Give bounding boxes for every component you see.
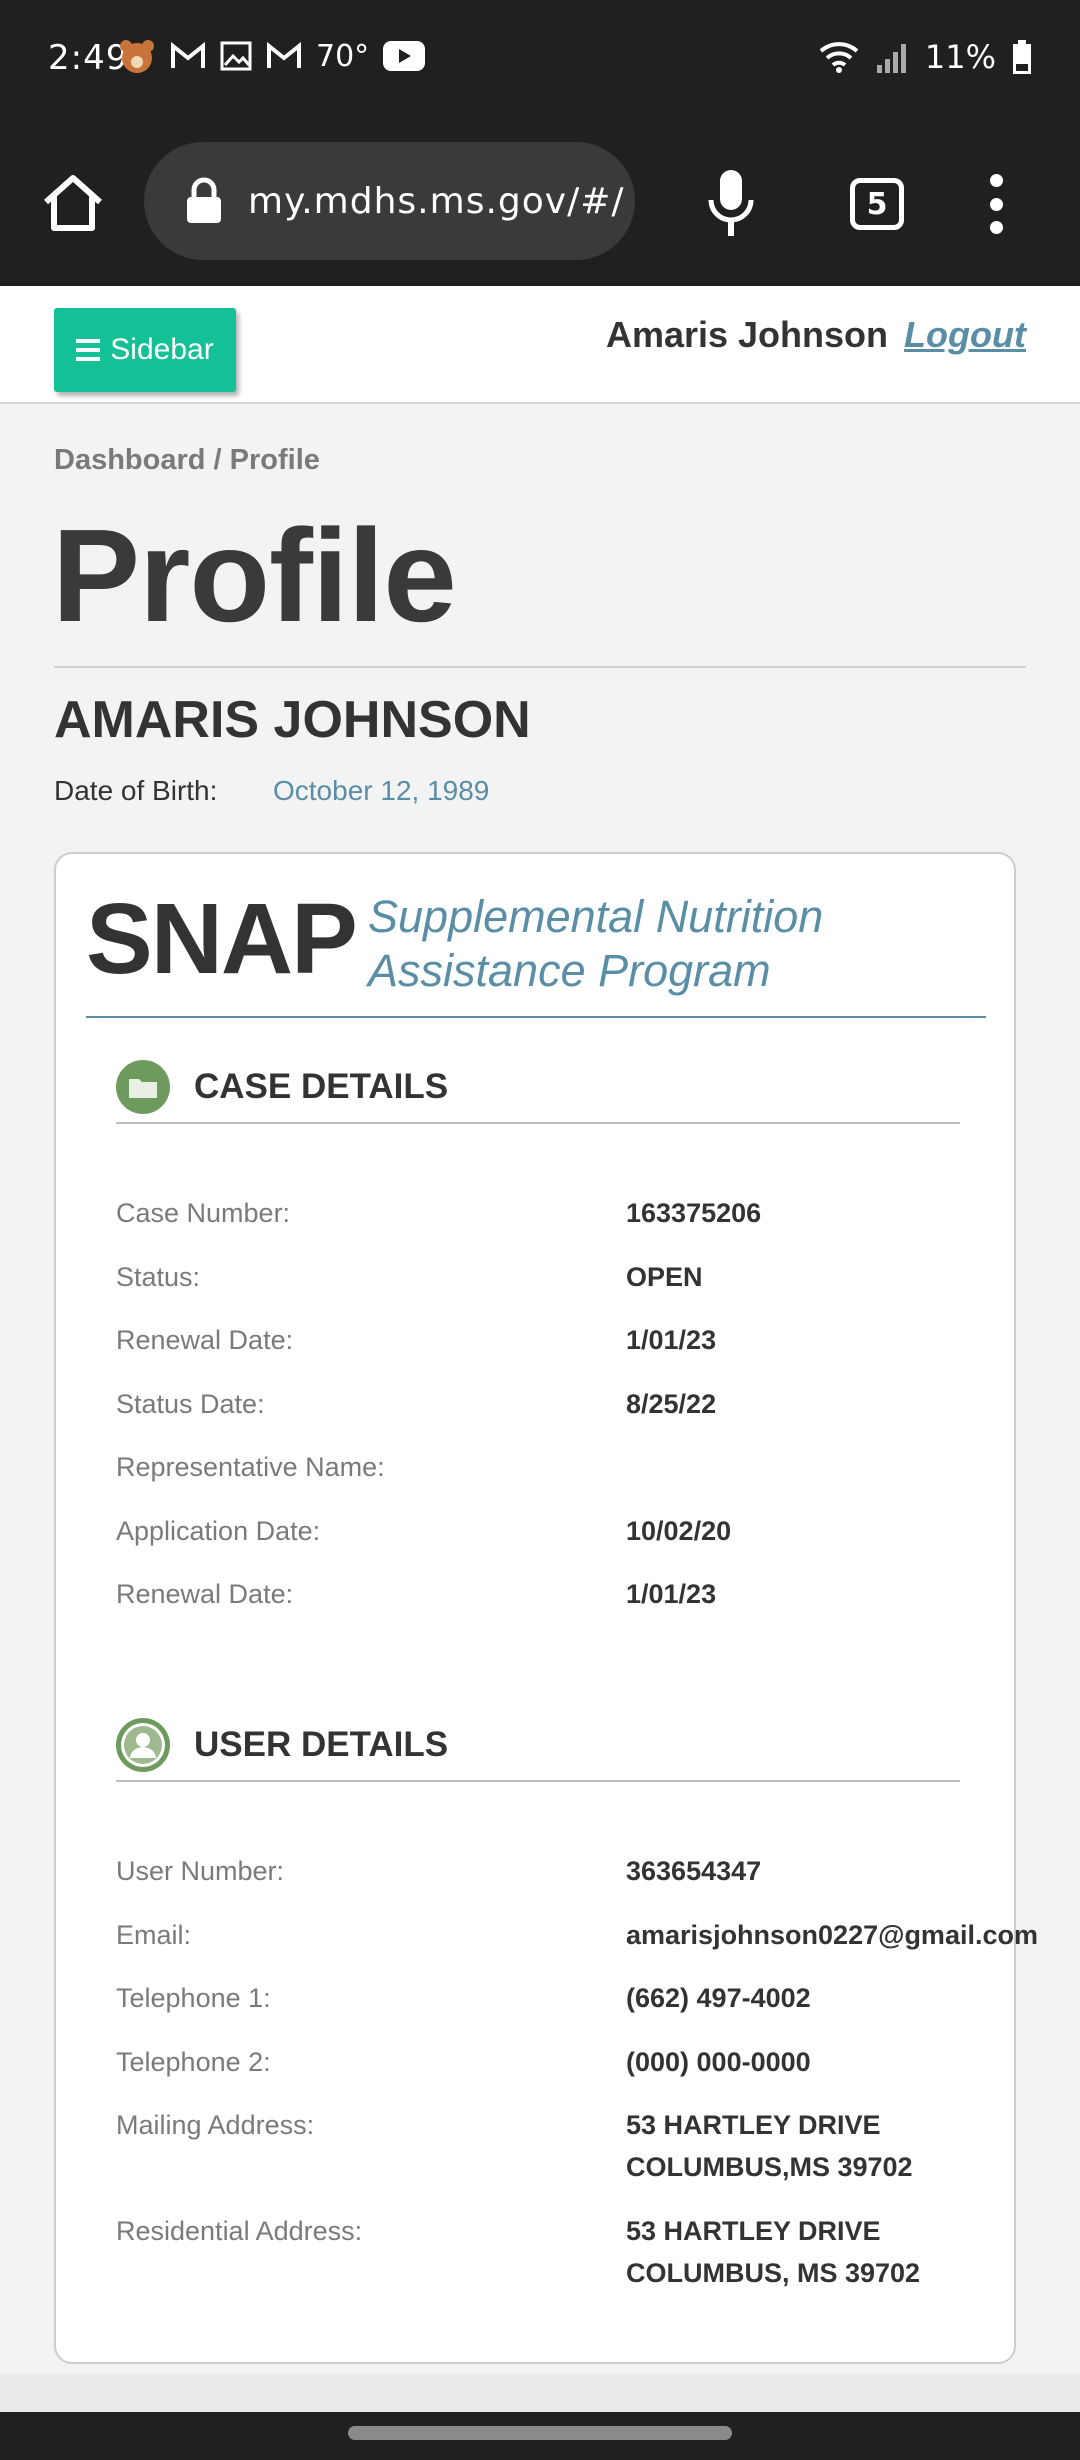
wifi-icon [819,42,859,73]
system-nav-bar [0,2412,1080,2460]
browser-toolbar: my.mdhs.ms.gov/#/ 5 [0,118,1080,286]
divider [116,1122,960,1124]
user-number-value: 363654347 [626,1856,762,1886]
user-details-header: USER DETAILS [116,1718,448,1772]
telephone-2-label: Telephone 2: [116,2047,271,2077]
system-icons: 11% [819,38,1032,76]
microphone-icon[interactable] [705,168,757,238]
breadcrumb: Dashboard / Profile [54,444,320,476]
hamburger-icon [76,339,101,361]
youtube-icon [383,41,426,71]
renewal-date-label: Renewal Date: [116,1579,294,1609]
sidebar-button-label: Sidebar [110,333,214,366]
user-details-title: USER DETAILS [194,1725,449,1764]
gmail-icon [171,41,205,68]
logout-link[interactable]: Logout [904,314,1026,355]
divider [54,666,1026,668]
representative-name-label: Representative Name: [116,1452,385,1482]
residential-address-line2: COLUMBUS, MS 39702 [626,2258,921,2288]
telephone-1-label: Telephone 1: [116,1983,271,2013]
status-value: OPEN [626,1262,703,1292]
status-date-value: 8/25/22 [626,1389,717,1419]
mailing-address-value: 53 HARTLEY DRIVE COLUMBUS,MS 39702 [626,2104,913,2188]
renewal-date-value: 1/01/23 [626,1325,717,1355]
email-label: Email: [116,1920,192,1950]
user-number-label: User Number: [116,1856,285,1886]
email-value: amarisjohnson0227@gmail.com [626,1920,1038,1950]
case-number-label: Case Number: [116,1198,291,1228]
residential-address-line1: 53 HARTLEY DRIVE [626,2216,881,2246]
temperature: 70° [316,38,370,74]
clock: 2:49 [48,38,129,78]
address-bar[interactable]: my.mdhs.ms.gov/#/ [144,142,635,260]
user-icon [116,1718,170,1772]
tab-switcher-button[interactable]: 5 [850,178,904,230]
program-full-name: Supplemental Nutrition Assistance Progra… [368,890,823,998]
url-text: my.mdhs.ms.gov/#/ [248,180,625,222]
renewal-date-value: 1/01/23 [626,1579,717,1609]
lock-icon [187,177,221,223]
page-bottom [0,2374,1080,2412]
user-name: Amaris Johnson [605,314,889,355]
dob-value: October 12, 1989 [273,775,490,806]
status-label: Status: [116,1262,201,1292]
case-details-header: CASE DETAILS [116,1060,448,1114]
home-gesture-handle[interactable] [348,2426,732,2440]
status-date-label: Status Date: [116,1389,265,1419]
program-name-line2: Assistance Program [368,945,771,996]
signal-icon [876,44,906,73]
home-icon[interactable] [40,170,106,236]
telephone-1-value: (662) 497-4002 [626,1983,811,2013]
case-number-value: 163375206 [626,1198,762,1228]
renewal-date-label: Renewal Date: [116,1325,294,1355]
bear-app-icon [120,40,154,73]
sidebar-button[interactable]: Sidebar [54,308,236,392]
dob-label: Date of Birth: [54,775,218,806]
application-date-value: 10/02/20 [626,1516,732,1546]
program-acronym: SNAP [86,883,358,995]
site-header: Sidebar Amaris Johnson Logout [0,286,1080,404]
residential-address-value: 53 HARTLEY DRIVE COLUMBUS, MS 39702 [626,2210,920,2294]
person-name: AMARIS JOHNSON [54,691,531,749]
gmail-icon [267,41,301,68]
folder-icon [116,1060,170,1114]
case-details-title: CASE DETAILS [194,1067,449,1106]
status-bar: 2:49 70° 11% [0,0,1080,118]
battery-icon [1013,40,1031,74]
divider [116,1780,960,1782]
telephone-2-value: (000) 000-0000 [626,2047,811,2077]
notification-icons: 70° [118,38,426,74]
program-card: SNAP Supplemental Nutrition Assistance P… [54,852,1038,2364]
gallery-icon [220,41,252,71]
residential-address-label: Residential Address: [116,2216,363,2246]
mailing-address-line2: COLUMBUS,MS 39702 [626,2152,913,2182]
application-date-label: Application Date: [116,1516,321,1546]
page-title: Profile [52,502,457,649]
user-area: Amaris Johnson Logout [606,314,1026,356]
more-menu-icon[interactable] [982,174,1010,234]
mailing-address-line1: 53 HARTLEY DRIVE [626,2110,881,2140]
battery-percent: 11% [924,38,996,76]
divider [86,1016,986,1018]
mailing-address-label: Mailing Address: [116,2110,315,2140]
program-name-line1: Supplemental Nutrition [368,891,824,942]
